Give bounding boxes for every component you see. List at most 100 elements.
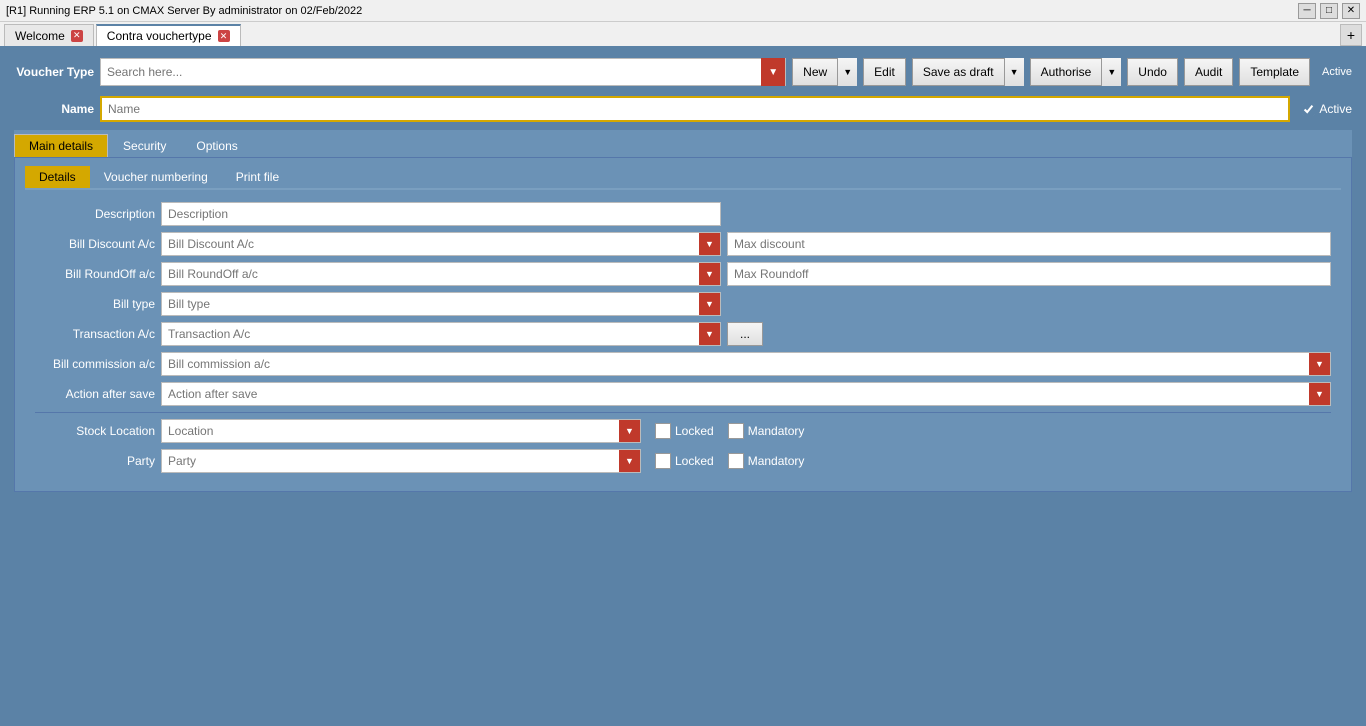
stock-location-label: Stock Location xyxy=(35,424,155,438)
tab-contra-close[interactable]: ✕ xyxy=(218,30,230,42)
maximize-button[interactable]: □ xyxy=(1320,3,1338,19)
stock-location-locked-group: Locked xyxy=(655,423,714,439)
party-mandatory-group: Mandatory xyxy=(728,453,805,469)
title-text: [R1] Running ERP 5.1 on CMAX Server By a… xyxy=(6,5,362,17)
tab-security[interactable]: Security xyxy=(108,134,181,157)
bill-discount-combo xyxy=(161,232,721,256)
main-tabs: Main details Security Options xyxy=(14,130,1352,157)
divider1 xyxy=(35,412,1331,413)
bill-type-row: Bill type xyxy=(35,292,1331,316)
main-content: Voucher Type New ▼ Edit Save as draft ▼ … xyxy=(0,48,1366,502)
transaction-ac-row: Transaction A/c ... xyxy=(35,322,1331,346)
authorise-dropdown-arrow[interactable]: ▼ xyxy=(1101,58,1121,86)
new-button[interactable]: New xyxy=(792,58,837,86)
transaction-ac-input[interactable] xyxy=(161,322,699,346)
save-as-draft-button[interactable]: Save as draft xyxy=(912,58,1004,86)
authorise-button[interactable]: Authorise xyxy=(1030,58,1102,86)
description-label: Description xyxy=(35,207,155,221)
party-input[interactable] xyxy=(161,449,619,473)
transaction-ac-arrow[interactable] xyxy=(699,322,721,346)
authorise-btn-group: Authorise ▼ xyxy=(1030,58,1122,86)
voucher-type-input[interactable] xyxy=(101,59,761,85)
voucher-type-arrow[interactable] xyxy=(761,58,785,86)
bill-discount-input[interactable] xyxy=(161,232,699,256)
stock-location-locked-label: Locked xyxy=(675,424,714,438)
stock-location-row: Stock Location Locked Mandatory xyxy=(35,419,1331,443)
new-dropdown-arrow[interactable]: ▼ xyxy=(837,58,857,86)
add-tab-button[interactable]: + xyxy=(1340,24,1362,46)
bill-commission-input[interactable] xyxy=(161,352,1309,376)
content-panel: Details Voucher numbering Print file Des… xyxy=(14,157,1352,492)
action-after-save-input[interactable] xyxy=(161,382,1309,406)
tab-welcome-close[interactable]: ✕ xyxy=(71,30,83,42)
action-after-save-row: Action after save xyxy=(35,382,1331,406)
name-input[interactable] xyxy=(100,96,1290,122)
tab-welcome[interactable]: Welcome ✕ xyxy=(4,24,94,46)
stock-location-combo xyxy=(161,419,641,443)
ellipsis-button[interactable]: ... xyxy=(727,322,763,346)
party-row: Party Locked Mandatory xyxy=(35,449,1331,473)
window-controls: ─ □ ✕ xyxy=(1298,3,1360,19)
stock-location-locked-checkbox[interactable] xyxy=(655,423,671,439)
tab-welcome-label: Welcome xyxy=(15,29,65,43)
max-roundoff-input[interactable] xyxy=(727,262,1331,286)
transaction-ac-combo xyxy=(161,322,721,346)
template-button[interactable]: Template xyxy=(1239,58,1310,86)
subtab-print-file[interactable]: Print file xyxy=(222,166,293,188)
description-row: Description xyxy=(35,202,1331,226)
party-combo xyxy=(161,449,641,473)
undo-button[interactable]: Undo xyxy=(1127,58,1178,86)
subtab-voucher-numbering[interactable]: Voucher numbering xyxy=(90,166,222,188)
description-input[interactable] xyxy=(161,202,721,226)
bill-roundoff-input[interactable] xyxy=(161,262,699,286)
save-draft-btn-group: Save as draft ▼ xyxy=(912,58,1024,86)
stock-location-arrow[interactable] xyxy=(619,419,641,443)
edit-button[interactable]: Edit xyxy=(863,58,906,86)
voucher-type-combo xyxy=(100,58,786,86)
party-mandatory-label: Mandatory xyxy=(748,454,805,468)
tab-contra-label: Contra vouchertype xyxy=(107,29,212,43)
party-locked-label: Locked xyxy=(675,454,714,468)
bill-type-input[interactable] xyxy=(161,292,699,316)
save-draft-dropdown-arrow[interactable]: ▼ xyxy=(1004,58,1024,86)
name-row: Name Active xyxy=(14,96,1352,122)
party-mandatory-checkbox[interactable] xyxy=(728,453,744,469)
bill-discount-row: Bill Discount A/c xyxy=(35,232,1331,256)
transaction-ac-label: Transaction A/c xyxy=(35,327,155,341)
bill-commission-row: Bill commission a/c xyxy=(35,352,1331,376)
party-label: Party xyxy=(35,454,155,468)
active-checkbox-group: Active xyxy=(1302,102,1352,116)
voucher-type-label: Voucher Type xyxy=(14,65,94,79)
bill-commission-arrow[interactable] xyxy=(1309,352,1331,376)
stock-location-mandatory-group: Mandatory xyxy=(728,423,805,439)
close-button[interactable]: ✕ xyxy=(1342,3,1360,19)
tab-contra-vouchertype[interactable]: Contra vouchertype ✕ xyxy=(96,24,241,46)
bill-type-combo xyxy=(161,292,721,316)
party-arrow[interactable] xyxy=(619,449,641,473)
bill-roundoff-row: Bill RoundOff a/c xyxy=(35,262,1331,286)
active-checkbox[interactable] xyxy=(1302,103,1315,116)
stock-location-mandatory-checkbox[interactable] xyxy=(728,423,744,439)
audit-button[interactable]: Audit xyxy=(1184,58,1233,86)
bill-type-label: Bill type xyxy=(35,297,155,311)
active-label: Active xyxy=(1319,102,1352,116)
tab-options[interactable]: Options xyxy=(181,134,252,157)
bill-type-arrow[interactable] xyxy=(699,292,721,316)
bill-discount-arrow[interactable] xyxy=(699,232,721,256)
bill-roundoff-label: Bill RoundOff a/c xyxy=(35,267,155,281)
form-section: Description Bill Discount A/c Bill Round… xyxy=(25,198,1341,483)
stock-location-mandatory-label: Mandatory xyxy=(748,424,805,438)
name-label: Name xyxy=(14,102,94,116)
subtab-details[interactable]: Details xyxy=(25,166,90,188)
action-after-save-label: Action after save xyxy=(35,387,155,401)
party-locked-checkbox[interactable] xyxy=(655,453,671,469)
minimize-button[interactable]: ─ xyxy=(1298,3,1316,19)
title-bar: [R1] Running ERP 5.1 on CMAX Server By a… xyxy=(0,0,1366,22)
toolbar-row: Voucher Type New ▼ Edit Save as draft ▼ … xyxy=(14,58,1352,86)
bill-roundoff-arrow[interactable] xyxy=(699,262,721,286)
stock-location-input[interactable] xyxy=(161,419,619,443)
action-after-save-combo xyxy=(161,382,1331,406)
action-after-save-arrow[interactable] xyxy=(1309,382,1331,406)
tab-main-details[interactable]: Main details xyxy=(14,134,108,157)
max-discount-input[interactable] xyxy=(727,232,1331,256)
